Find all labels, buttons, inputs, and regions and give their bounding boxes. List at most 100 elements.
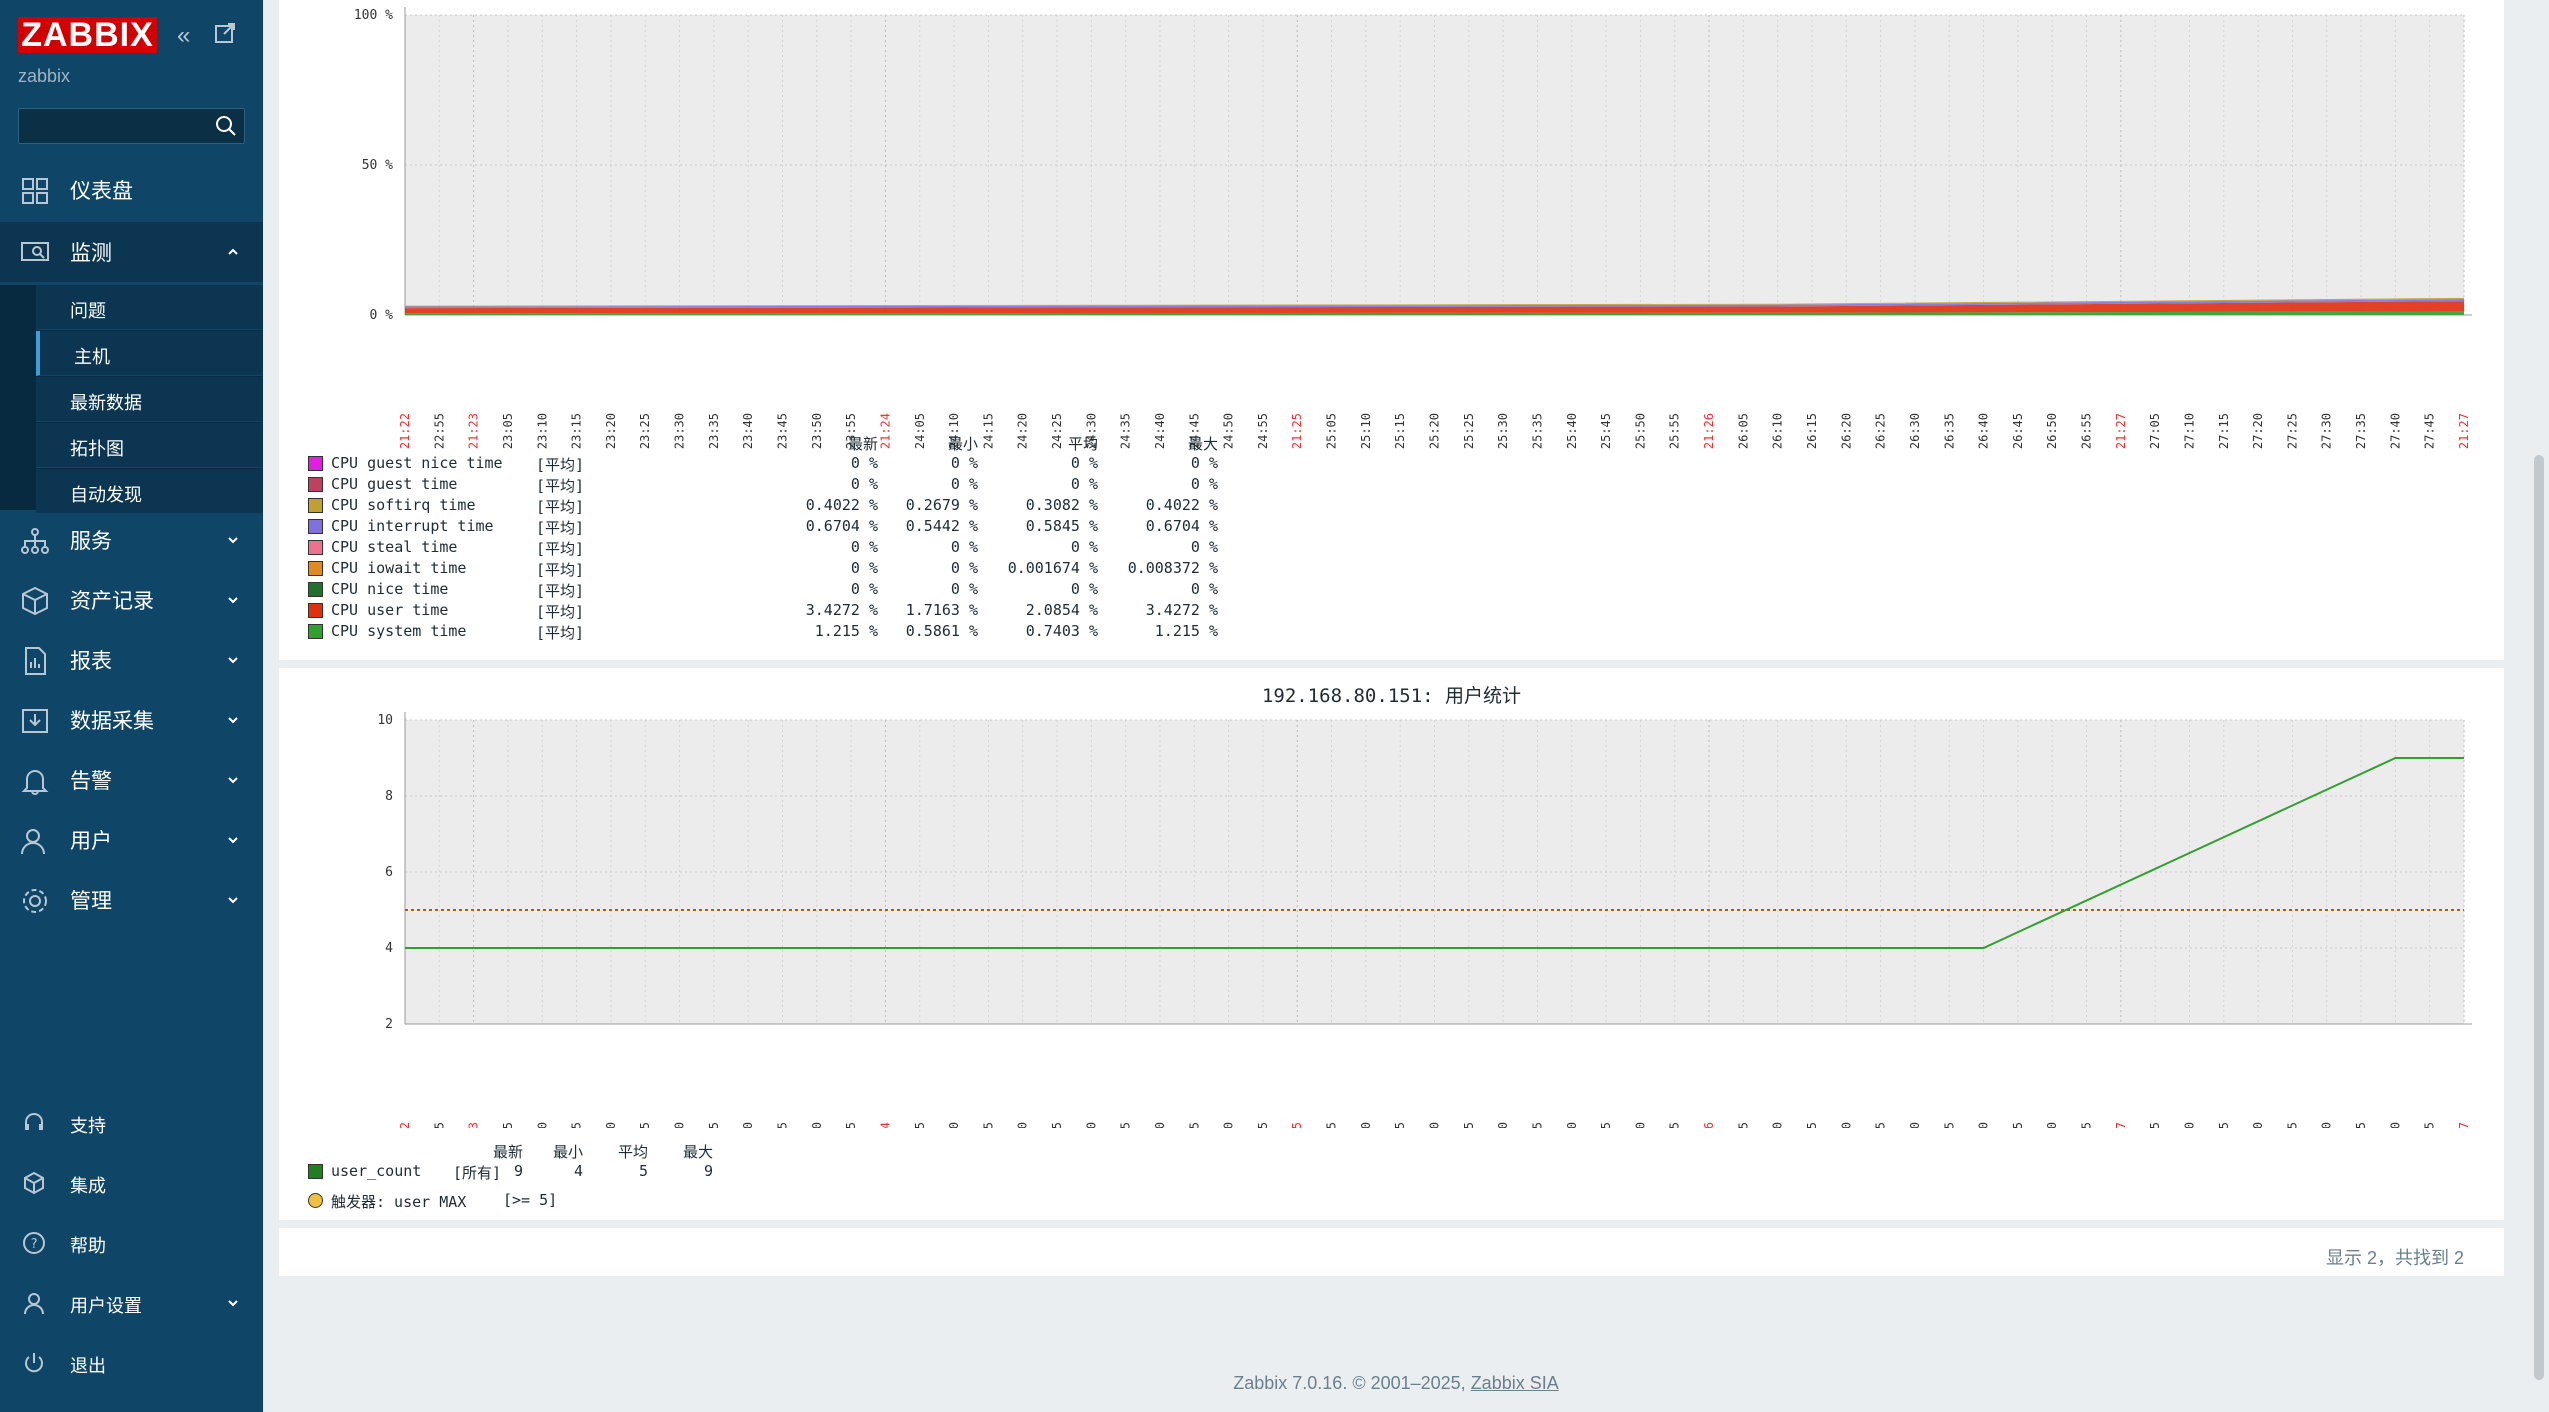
series-swatch (308, 540, 323, 555)
user-count-graph[interactable]: 07-24 21:22 21:22:55 21:23 21:23:05 21:23:10… (279, 668, 2504, 1128)
series-avg: 0 % (1070, 454, 1098, 472)
search-input[interactable] (18, 108, 245, 144)
nav-label: 数据采集 (70, 710, 154, 733)
nav-sign-out[interactable]: 退出 (0, 1335, 263, 1391)
x-tick-label: 21:26:05 (1736, 1122, 1750, 1128)
series-swatch (308, 1164, 323, 1179)
series-avg: 0 % (1070, 580, 1098, 598)
nav-integrations[interactable]: 集成 (0, 1155, 263, 1211)
chevron-down-icon (228, 657, 238, 664)
series-max: 9 (703, 1162, 713, 1180)
series-avg: 0.001674 % (1007, 559, 1098, 577)
series-name: CPU interrupt time (331, 517, 494, 535)
submenu-problems[interactable]: 问题 (36, 285, 263, 330)
series-swatch (308, 561, 323, 576)
x-tick-label: 21:27:35 (2354, 413, 2368, 450)
submenu-latest-data[interactable]: 最新数据 (36, 377, 263, 422)
nav-label: 用户设置 (70, 1296, 142, 1316)
x-tick-label: 21:25:05 (1325, 1122, 1339, 1128)
x-tick-label: 21:23:15 (570, 1122, 584, 1128)
submenu-discovery[interactable]: 自动发现 (36, 469, 263, 514)
chevron-down-icon (228, 837, 238, 844)
x-tick-label: 21:26:45 (2011, 1122, 2025, 1128)
series-swatch (308, 456, 323, 471)
x-tick-label: 21:27:45 (2423, 1122, 2437, 1128)
chevron-down-icon (228, 537, 238, 544)
series-name: CPU guest nice time (331, 454, 503, 472)
collapse-sidebar-icon[interactable]: « (177, 22, 190, 50)
pagination-panel: 显示 2，共找到 2 (279, 1228, 2504, 1276)
cpu-graph[interactable]: 07-24 21:2221:22:5521:2321:23:0521:23:10… (279, 0, 2504, 450)
x-tick-label: 21:26:50 (2045, 413, 2059, 450)
nav-help[interactable]: ? 帮助 (0, 1215, 263, 1271)
submenu-hosts[interactable]: 主机 (36, 331, 263, 376)
nav-dashboard[interactable]: 仪表盘 (0, 160, 263, 220)
x-tick-label: 21:25:10 (1359, 413, 1373, 450)
submenu-maps[interactable]: 拓扑图 (36, 423, 263, 468)
nav-support[interactable]: 支持 (0, 1095, 263, 1151)
nav-monitoring[interactable]: 监测 (0, 222, 263, 282)
kiosk-mode-icon[interactable] (214, 22, 236, 51)
nav-administration[interactable]: 管理 (0, 870, 263, 930)
x-tick-label: 21:27 (2114, 413, 2128, 449)
legend-trigger-row: 触发器: user MAX [>= 5] (308, 1191, 908, 1211)
nav-reports[interactable]: 报表 (0, 630, 263, 690)
series-min: 0 % (950, 454, 978, 472)
scrollbar[interactable] (2529, 0, 2549, 1412)
trigger-label: 触发器: user MAX (331, 1193, 467, 1211)
legend-header-avg: 平均 (617, 1143, 648, 1161)
nav-label: 集成 (70, 1176, 106, 1196)
integrations-icon (24, 1171, 44, 1195)
series-swatch (308, 603, 323, 618)
nav-data-collection[interactable]: 数据采集 (0, 690, 263, 750)
x-tick-label: 21:25:35 (1530, 1122, 1544, 1128)
zabbix-logo[interactable]: ZABBIX (18, 17, 157, 53)
legend-row: user_count [所有] 9 4 5 9 (308, 1162, 908, 1182)
footer-link[interactable]: Zabbix SIA (1471, 1373, 1559, 1393)
search-icon[interactable] (214, 114, 238, 138)
users-icon (21, 829, 45, 855)
legend-row: CPU softirq time [平均] 0.4022 % 0.2679 % 0.30… (308, 496, 1218, 516)
nav-users[interactable]: 用户 (0, 810, 263, 870)
svg-text:?: ? (30, 1237, 38, 1252)
series-last: 0 % (850, 538, 878, 556)
x-tick-label: 21:24:50 (1222, 413, 1236, 450)
series-func: [平均] (536, 603, 585, 621)
series-name: user_count (331, 1162, 422, 1180)
submenu-label: 自动发现 (70, 485, 142, 505)
legend-row: CPU guest time [平均] 0 % 0 % 0 % 0 % (308, 475, 1218, 495)
x-tick-label: 21:23:20 (604, 1122, 618, 1128)
submenu-label: 主机 (74, 347, 110, 367)
graph-area: 07-24 21:2221:22:5521:2321:23:0521:23:10… (354, 7, 2472, 450)
x-tick-label: 21:23:25 (638, 1122, 652, 1128)
nav-user-settings[interactable]: 用户设置 (0, 1275, 263, 1331)
x-tick-label: 21:25:40 (1565, 413, 1579, 450)
x-tick-label: 21:23 (467, 1122, 481, 1128)
services-icon (21, 528, 49, 554)
nav-label: 服务 (70, 530, 112, 553)
series-func: [平均] (536, 561, 585, 579)
series-avg: 0 % (1070, 538, 1098, 556)
nav-inventory[interactable]: 资产记录 (0, 570, 263, 630)
y-tick-label: 50 % (362, 158, 393, 173)
series-swatch (308, 624, 323, 639)
nav-label: 退出 (70, 1356, 106, 1376)
footer-text: Zabbix 7.0.16. © 2001–2025, (1233, 1373, 1471, 1393)
series-last: 1.215 % (814, 622, 878, 640)
series-func: [平均] (536, 477, 585, 495)
x-tick-label: 21:26 (1702, 413, 1716, 449)
series-swatch (308, 498, 323, 513)
legend-header-max: 最大 (1187, 435, 1218, 453)
x-tick-label: 21:24:30 (1084, 1122, 1098, 1128)
scrollbar-thumb[interactable] (2534, 455, 2544, 1380)
x-tick-label: 21:26:55 (2080, 1122, 2094, 1128)
nav-alerts[interactable]: 告警 (0, 750, 263, 810)
legend-header-avg: 平均 (1067, 435, 1098, 453)
graph-area: 07-24 21:2221:22:5521:2321:23:0521:23:10… (377, 712, 2472, 1128)
x-tick-label: 21:25:30 (1496, 1122, 1510, 1128)
legend-row: CPU system time [平均] 1.215 % 0.5861 % 0.7403… (308, 622, 1218, 642)
help-icon: ? (23, 1232, 45, 1254)
x-tick-label: 21:27:10 (2182, 413, 2196, 450)
nav-services[interactable]: 服务 (0, 510, 263, 570)
series-min: 0.2679 % (905, 496, 978, 514)
